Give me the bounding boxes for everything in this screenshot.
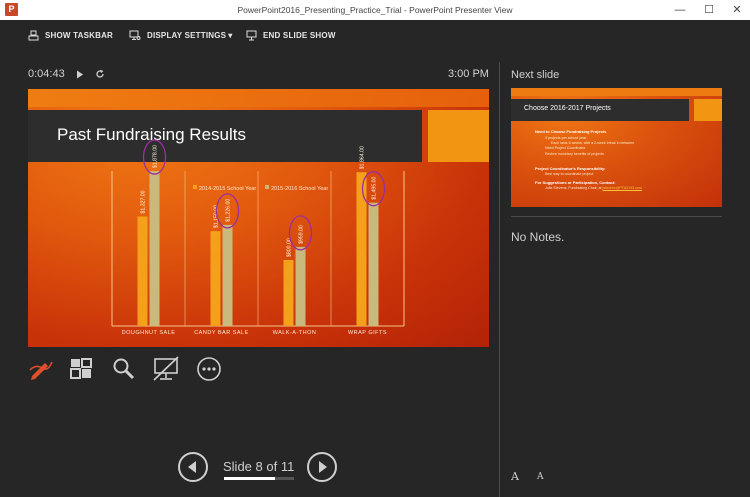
black-screen-icon[interactable]: [153, 356, 179, 382]
category-label: WRAP GIFTS: [348, 330, 387, 336]
zoom-icon[interactable]: [111, 356, 137, 382]
slide-counter[interactable]: Slide 8 of 11: [223, 459, 294, 474]
next-slide-bullet: Best way to coordinate project: [545, 172, 594, 176]
show-taskbar-button[interactable]: SHOW TASKBAR: [28, 28, 113, 42]
bar-value-label: $1,495.00: [372, 176, 378, 199]
fundraising-chart: 2014-2015 School Year 2015-2016 School Ye…: [111, 139, 405, 336]
maximize-button[interactable]: ☐: [698, 2, 720, 18]
pane-divider[interactable]: [499, 62, 500, 497]
end-show-icon: [246, 30, 257, 40]
legend-swatch: [265, 185, 269, 189]
monitor-settings-icon: [129, 30, 141, 40]
bar-value-label: $800.00: [287, 238, 293, 257]
current-slide[interactable]: Past Fundraising Results 2014-2015 Schoo…: [28, 89, 489, 347]
chart-bar: [222, 224, 233, 326]
chart-bar: [210, 231, 221, 326]
next-slide-bullet: Julia Stevens, Fundraising Chair, at jst…: [545, 186, 642, 190]
close-button[interactable]: ✕: [726, 2, 748, 18]
next-slide-preview[interactable]: Choose 2016-2017 Projects Need to Choose…: [511, 88, 722, 207]
chart-bar: [137, 216, 148, 326]
category-label: DOUGHNUT SALE: [122, 330, 176, 336]
bar-value-label: $959.00: [299, 225, 305, 244]
show-taskbar-label: SHOW TASKBAR: [45, 30, 114, 40]
bar-value-label: $1,878.00: [153, 145, 159, 168]
next-slide-bullet: Project Coordinator's Responsibility:: [535, 166, 606, 171]
next-slide-email-link: jstevens@PTA2193.com: [602, 186, 642, 190]
category-label: CANDY BAR SALE: [194, 330, 249, 336]
chevron-down-icon: ▾: [228, 30, 233, 40]
bar-value-label: $1,226.00: [226, 199, 232, 222]
taskbar-icon: [28, 30, 39, 40]
slide-progress-fill: [224, 477, 275, 480]
next-slide-bullet: 3 projects per school year: [545, 136, 587, 140]
window-title: PowerPoint2016_Presenting_Practice_Trial…: [237, 5, 513, 15]
presenter-toolbar: SHOW TASKBAR DISPLAY SETTINGS ▾ END SLID…: [0, 20, 750, 48]
legend-label: 2015-2016 School Year: [271, 186, 328, 192]
end-slide-show-button[interactable]: END SLIDE SHOW: [246, 28, 336, 42]
decrease-font-button[interactable]: A: [537, 472, 544, 482]
next-slide-title: Choose 2016-2017 Projects: [524, 105, 611, 112]
chart-bar: [283, 260, 294, 326]
next-slide-button[interactable]: [307, 452, 337, 482]
legend-swatch: [193, 185, 197, 189]
reset-timer-icon[interactable]: [95, 69, 105, 79]
pen-tool-icon[interactable]: [28, 356, 54, 382]
title-bar: P PowerPoint2016_Presenting_Practice_Tri…: [0, 0, 750, 20]
notes-divider: [511, 216, 722, 217]
speaker-notes: No Notes.: [511, 230, 565, 244]
increase-font-button[interactable]: A: [511, 470, 519, 483]
display-settings-label: DISPLAY SETTINGS: [147, 30, 227, 40]
chart-bar: [295, 246, 306, 326]
next-slide-accent: [694, 99, 722, 121]
next-slide-bullet: Need to Choose Fundraising Projects: [535, 129, 607, 134]
next-slide-bullet: Need Project Coordinator: [545, 146, 586, 150]
next-slide-label: Next slide: [511, 69, 560, 81]
elapsed-timer: 0:04:43: [28, 68, 65, 80]
play-icon[interactable]: [76, 70, 84, 79]
slide-progress-bar: [224, 477, 294, 480]
end-slide-show-label: END SLIDE SHOW: [263, 30, 336, 40]
bar-value-label: $1,864.00: [360, 146, 366, 169]
previous-slide-button[interactable]: [178, 452, 208, 482]
next-slide-bullet: Review monetary benefits of projects: [545, 152, 604, 156]
chevron-right-icon: [319, 461, 327, 473]
chart-bar: [149, 171, 160, 326]
current-time: 3:00 PM: [448, 68, 489, 80]
next-slide-bullet: Each lasts 6 weeks, with a 2-week break …: [551, 141, 635, 145]
more-options-icon[interactable]: [196, 356, 222, 382]
next-slide-top-band: [511, 88, 722, 96]
legend-label: 2014-2015 School Year: [199, 186, 256, 192]
next-slide-contact: Julia Stevens, Fundraising Chair, at: [545, 186, 602, 190]
chevron-left-icon: [188, 461, 196, 473]
next-slide-bullet: For Suggestions or Participation, Contac…: [535, 180, 616, 185]
bar-value-label: $1,327.00: [141, 190, 147, 213]
see-all-slides-icon[interactable]: [69, 356, 95, 382]
minimize-button[interactable]: —: [669, 2, 691, 18]
category-label: WALK-A-THON: [273, 330, 317, 336]
display-settings-button[interactable]: DISPLAY SETTINGS ▾: [129, 28, 232, 42]
chart-bar: [368, 202, 379, 326]
chart-bar: [356, 172, 367, 326]
